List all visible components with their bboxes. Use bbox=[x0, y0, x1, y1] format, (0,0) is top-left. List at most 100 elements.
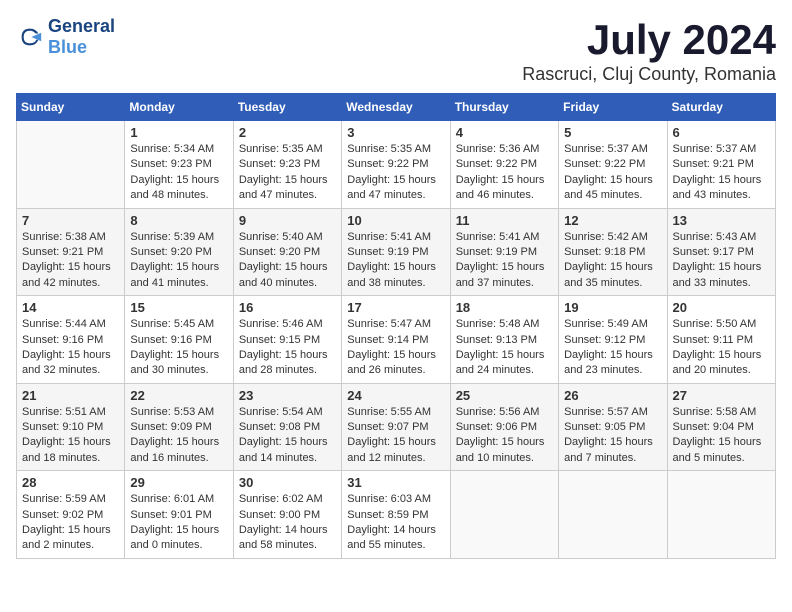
day-number: 18 bbox=[456, 300, 553, 315]
day-number: 2 bbox=[239, 125, 336, 140]
calendar-cell: 1Sunrise: 5:34 AM Sunset: 9:23 PM Daylig… bbox=[125, 121, 233, 209]
calendar-table: SundayMondayTuesdayWednesdayThursdayFrid… bbox=[16, 93, 776, 559]
calendar-cell: 25 Sunrise: 5:56 AM Sunset: 9:06 PM Dayli… bbox=[450, 383, 558, 471]
day-number: 24 bbox=[347, 388, 444, 403]
day-number: 26 bbox=[564, 388, 661, 403]
day-info: Sunrise: 5:40 AM Sunset: 9:20 PM Dayligh… bbox=[239, 231, 328, 289]
calendar-cell: 21Sunrise: 5:51 AM Sunset: 9:10 PM Dayli… bbox=[17, 383, 125, 471]
day-number: 10 bbox=[347, 213, 444, 228]
day-number: 5 bbox=[564, 125, 661, 140]
day-info: Sunrise: 5:41 AM Sunset: 9:19 PM Dayligh… bbox=[347, 231, 436, 289]
day-info: Sunrise: 6:01 AM Sunset: 9:01 PM Dayligh… bbox=[130, 493, 219, 551]
calendar-cell: 28 Sunrise: 5:59 AM Sunset: 9:02 PM Dayli… bbox=[17, 471, 125, 559]
calendar-cell: 3 Sunrise: 5:35 AM Sunset: 9:22 PM Daylig… bbox=[342, 121, 450, 209]
day-number: 11 bbox=[456, 213, 553, 228]
weekday-header-tuesday: Tuesday bbox=[233, 94, 341, 121]
calendar-cell: 9 Sunrise: 5:40 AM Sunset: 9:20 PM Daylig… bbox=[233, 208, 341, 296]
day-info: Sunrise: 5:44 AM Sunset: 9:16 PM Dayligh… bbox=[22, 318, 111, 376]
calendar-cell: 22 Sunrise: 5:53 AM Sunset: 9:09 PM Dayli… bbox=[125, 383, 233, 471]
calendar-cell: 29 Sunrise: 6:01 AM Sunset: 9:01 PM Dayli… bbox=[125, 471, 233, 559]
calendar-week-row: 21Sunrise: 5:51 AM Sunset: 9:10 PM Dayli… bbox=[17, 383, 776, 471]
calendar-cell: 14 Sunrise: 5:44 AM Sunset: 9:16 PM Dayli… bbox=[17, 296, 125, 384]
day-number: 31 bbox=[347, 475, 444, 490]
day-info: Sunrise: 5:54 AM Sunset: 9:08 PM Dayligh… bbox=[239, 406, 328, 464]
calendar-week-row: 1Sunrise: 5:34 AM Sunset: 9:23 PM Daylig… bbox=[17, 121, 776, 209]
calendar-cell bbox=[667, 471, 775, 559]
day-number: 28 bbox=[22, 475, 119, 490]
calendar-cell: 8 Sunrise: 5:39 AM Sunset: 9:20 PM Daylig… bbox=[125, 208, 233, 296]
calendar-cell: 13 Sunrise: 5:43 AM Sunset: 9:17 PM Dayli… bbox=[667, 208, 775, 296]
day-info: Sunrise: 5:43 AM Sunset: 9:17 PM Dayligh… bbox=[673, 231, 762, 289]
day-number: 13 bbox=[673, 213, 770, 228]
day-info: Sunrise: 5:42 AM Sunset: 9:18 PM Dayligh… bbox=[564, 231, 653, 289]
calendar-cell: 7Sunrise: 5:38 AM Sunset: 9:21 PM Daylig… bbox=[17, 208, 125, 296]
day-number: 3 bbox=[347, 125, 444, 140]
day-number: 29 bbox=[130, 475, 227, 490]
calendar-cell: 16Sunrise: 5:46 AM Sunset: 9:15 PM Dayli… bbox=[233, 296, 341, 384]
day-number: 14 bbox=[22, 300, 119, 315]
calendar-cell: 18 Sunrise: 5:48 AM Sunset: 9:13 PM Dayli… bbox=[450, 296, 558, 384]
calendar-cell: 10 Sunrise: 5:41 AM Sunset: 9:19 PM Dayli… bbox=[342, 208, 450, 296]
calendar-cell bbox=[450, 471, 558, 559]
calendar-cell bbox=[559, 471, 667, 559]
weekday-header-wednesday: Wednesday bbox=[342, 94, 450, 121]
logo: General Blue bbox=[16, 16, 115, 58]
calendar-cell: 27Sunrise: 5:58 AM Sunset: 9:04 PM Dayli… bbox=[667, 383, 775, 471]
calendar-cell: 19Sunrise: 5:49 AM Sunset: 9:12 PM Dayli… bbox=[559, 296, 667, 384]
day-info: Sunrise: 5:41 AM Sunset: 9:19 PM Dayligh… bbox=[456, 231, 545, 289]
calendar-cell: 31 Sunrise: 6:03 AM Sunset: 8:59 PM Dayli… bbox=[342, 471, 450, 559]
day-info: Sunrise: 5:48 AM Sunset: 9:13 PM Dayligh… bbox=[456, 318, 545, 376]
day-number: 27 bbox=[673, 388, 770, 403]
day-number: 1 bbox=[130, 125, 227, 140]
calendar-cell: 20 Sunrise: 5:50 AM Sunset: 9:11 PM Dayli… bbox=[667, 296, 775, 384]
calendar-cell: 4Sunrise: 5:36 AM Sunset: 9:22 PM Daylig… bbox=[450, 121, 558, 209]
day-info: Sunrise: 5:37 AM Sunset: 9:22 PM Dayligh… bbox=[564, 143, 653, 201]
calendar-cell: 15 Sunrise: 5:45 AM Sunset: 9:16 PM Dayli… bbox=[125, 296, 233, 384]
day-info: Sunrise: 5:35 AM Sunset: 9:22 PM Dayligh… bbox=[347, 143, 436, 201]
day-number: 12 bbox=[564, 213, 661, 228]
page-title: July 2024 bbox=[522, 16, 776, 64]
day-number: 20 bbox=[673, 300, 770, 315]
day-info: Sunrise: 6:02 AM Sunset: 9:00 PM Dayligh… bbox=[239, 493, 328, 551]
day-info: Sunrise: 5:56 AM Sunset: 9:06 PM Dayligh… bbox=[456, 406, 545, 464]
title-block: July 2024 Rascruci, Cluj County, Romania bbox=[522, 16, 776, 85]
day-info: Sunrise: 6:03 AM Sunset: 8:59 PM Dayligh… bbox=[347, 493, 436, 551]
day-info: Sunrise: 5:37 AM Sunset: 9:21 PM Dayligh… bbox=[673, 143, 762, 201]
calendar-cell: 30 Sunrise: 6:02 AM Sunset: 9:00 PM Dayli… bbox=[233, 471, 341, 559]
day-info: Sunrise: 5:38 AM Sunset: 9:21 PM Dayligh… bbox=[22, 231, 111, 289]
calendar-cell: 24 Sunrise: 5:55 AM Sunset: 9:07 PM Dayli… bbox=[342, 383, 450, 471]
day-number: 9 bbox=[239, 213, 336, 228]
weekday-header-thursday: Thursday bbox=[450, 94, 558, 121]
calendar-header-row: SundayMondayTuesdayWednesdayThursdayFrid… bbox=[17, 94, 776, 121]
day-number: 17 bbox=[347, 300, 444, 315]
day-number: 21 bbox=[22, 388, 119, 403]
calendar-cell: 17 Sunrise: 5:47 AM Sunset: 9:14 PM Dayli… bbox=[342, 296, 450, 384]
calendar-cell: 5 Sunrise: 5:37 AM Sunset: 9:22 PM Daylig… bbox=[559, 121, 667, 209]
calendar-cell: 23 Sunrise: 5:54 AM Sunset: 9:08 PM Dayli… bbox=[233, 383, 341, 471]
page-subtitle: Rascruci, Cluj County, Romania bbox=[522, 64, 776, 85]
day-number: 30 bbox=[239, 475, 336, 490]
day-number: 23 bbox=[239, 388, 336, 403]
day-info: Sunrise: 5:39 AM Sunset: 9:20 PM Dayligh… bbox=[130, 231, 219, 289]
calendar-cell: 11 Sunrise: 5:41 AM Sunset: 9:19 PM Dayli… bbox=[450, 208, 558, 296]
day-info: Sunrise: 5:50 AM Sunset: 9:11 PM Dayligh… bbox=[673, 318, 762, 376]
day-info: Sunrise: 5:55 AM Sunset: 9:07 PM Dayligh… bbox=[347, 406, 436, 464]
day-info: Sunrise: 5:59 AM Sunset: 9:02 PM Dayligh… bbox=[22, 493, 111, 551]
day-number: 22 bbox=[130, 388, 227, 403]
logo-text: General Blue bbox=[48, 16, 115, 58]
day-info: Sunrise: 5:45 AM Sunset: 9:16 PM Dayligh… bbox=[130, 318, 219, 376]
day-info: Sunrise: 5:35 AM Sunset: 9:23 PM Dayligh… bbox=[239, 143, 328, 201]
day-number: 19 bbox=[564, 300, 661, 315]
weekday-header-sunday: Sunday bbox=[17, 94, 125, 121]
day-number: 16 bbox=[239, 300, 336, 315]
calendar-week-row: 7Sunrise: 5:38 AM Sunset: 9:21 PM Daylig… bbox=[17, 208, 776, 296]
calendar-week-row: 14 Sunrise: 5:44 AM Sunset: 9:16 PM Dayli… bbox=[17, 296, 776, 384]
day-number: 4 bbox=[456, 125, 553, 140]
day-number: 25 bbox=[456, 388, 553, 403]
day-number: 8 bbox=[130, 213, 227, 228]
day-info: Sunrise: 5:47 AM Sunset: 9:14 PM Dayligh… bbox=[347, 318, 436, 376]
day-info: Sunrise: 5:53 AM Sunset: 9:09 PM Dayligh… bbox=[130, 406, 219, 464]
calendar-cell: 2 Sunrise: 5:35 AM Sunset: 9:23 PM Daylig… bbox=[233, 121, 341, 209]
day-number: 15 bbox=[130, 300, 227, 315]
weekday-header-saturday: Saturday bbox=[667, 94, 775, 121]
